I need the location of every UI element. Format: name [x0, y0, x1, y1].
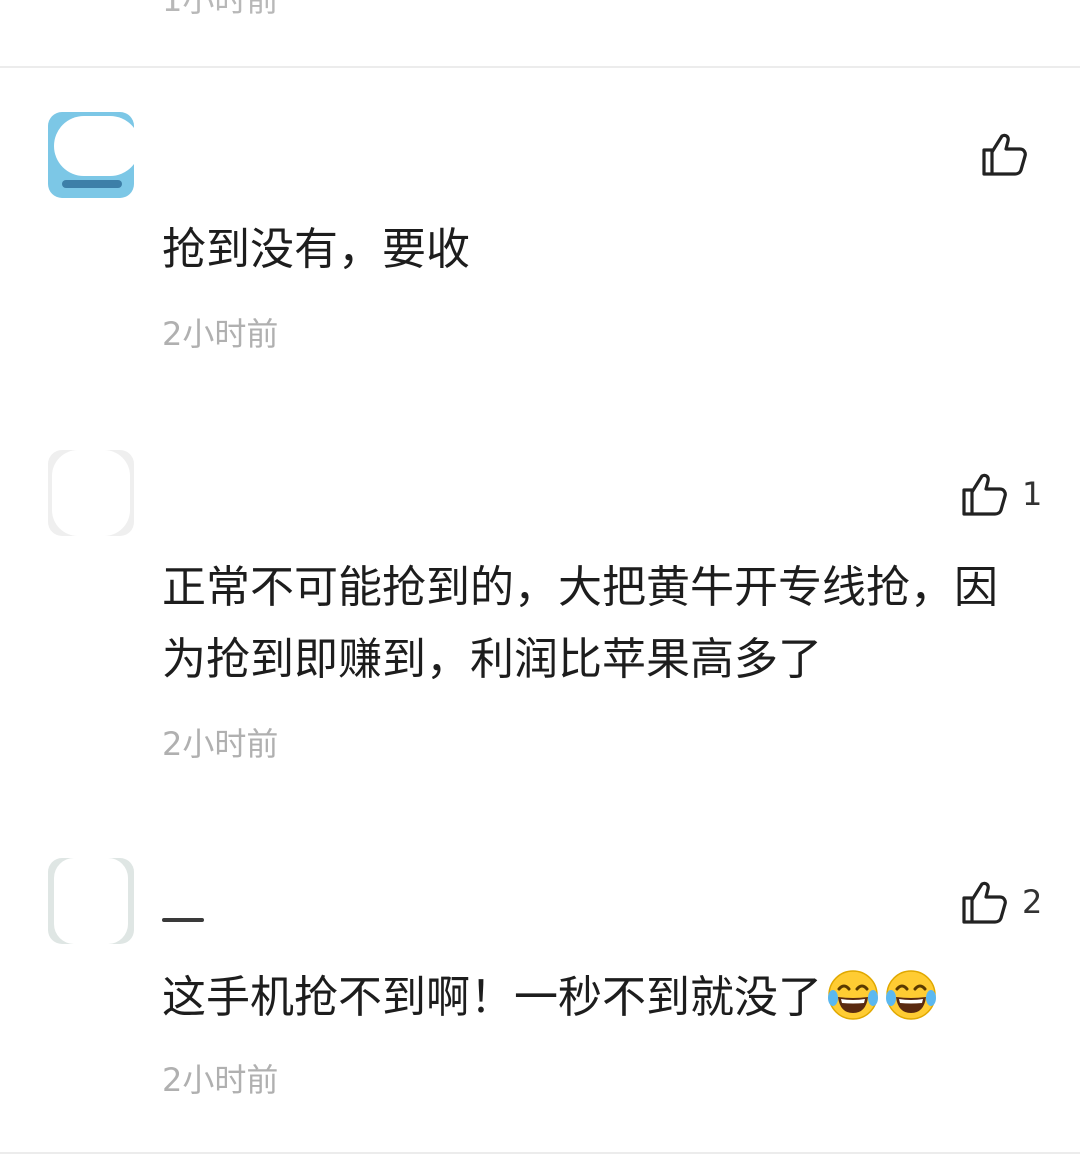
comment-time: 2小时前 [162, 315, 279, 353]
avatar[interactable] [48, 112, 134, 198]
comment-text: 抢到没有，要收 [162, 224, 470, 275]
like-button[interactable] [980, 130, 1042, 178]
thumbs-up-icon [962, 473, 1007, 516]
avatar-image [54, 858, 128, 944]
previous-comment-time: 1小时前 [162, 0, 279, 19]
username-redacted [162, 918, 204, 922]
avatar-detail [62, 180, 122, 188]
laughing-crying-emoji-icon [886, 970, 936, 1020]
avatar-image [54, 116, 134, 176]
comment-text: 这手机抢不到啊！一秒不到就没了 [162, 962, 1022, 1034]
like-count: 1 [1022, 475, 1043, 513]
comment-time: 2小时前 [162, 725, 279, 763]
comment-text: 正常不可能抢到的，大把黄牛开专线抢，因为抢到即赚到，利润比苹果高多了 [162, 562, 998, 685]
divider [0, 1152, 1080, 1154]
comment-text-content: 这手机抢不到啊！一秒不到就没了 [162, 972, 822, 1023]
like-button[interactable]: 2 [960, 878, 1042, 926]
thumbs-up-icon [982, 133, 1027, 176]
like-count: 2 [1022, 883, 1043, 921]
thumbs-up-icon [962, 881, 1007, 924]
avatar-image [52, 450, 130, 536]
divider [0, 66, 1080, 68]
laughing-crying-emoji-icon [828, 970, 878, 1020]
avatar[interactable] [48, 858, 134, 944]
comment-time: 2小时前 [162, 1061, 279, 1099]
avatar[interactable] [48, 450, 134, 536]
like-button[interactable]: 1 [960, 470, 1042, 518]
